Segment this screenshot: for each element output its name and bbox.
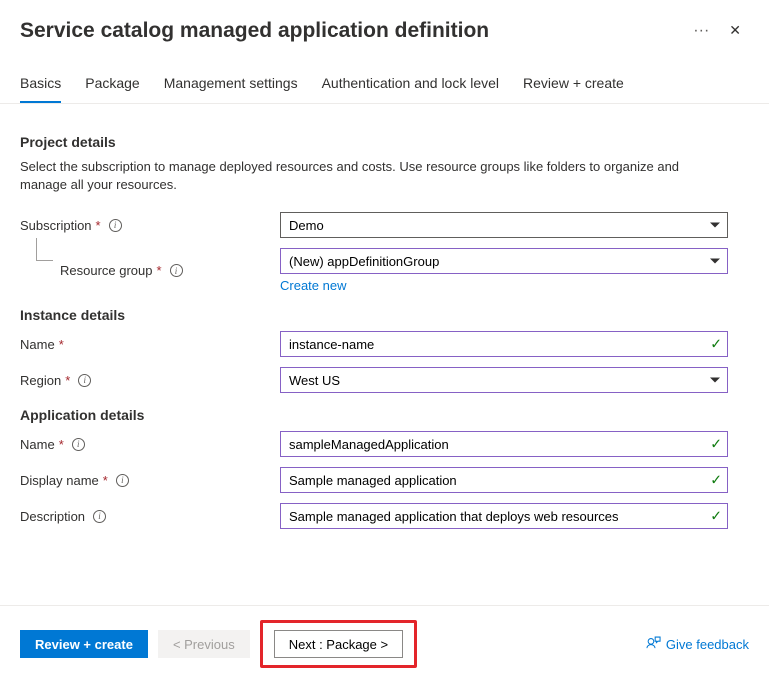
field-region: Region * i bbox=[20, 367, 749, 393]
required-marker: * bbox=[65, 373, 70, 388]
field-display-name: Display name * i ✓ bbox=[20, 467, 749, 493]
info-icon[interactable]: i bbox=[93, 510, 106, 523]
label-instance-name: Name * bbox=[20, 337, 280, 352]
select-subscription[interactable] bbox=[280, 212, 728, 238]
create-new-link[interactable]: Create new bbox=[280, 278, 346, 293]
label-app-name-text: Name bbox=[20, 437, 55, 452]
info-icon[interactable]: i bbox=[170, 264, 183, 277]
required-marker: * bbox=[59, 437, 64, 452]
input-display-name-wrapper: ✓ bbox=[280, 467, 728, 493]
label-display-name: Display name * i bbox=[20, 473, 280, 488]
field-instance-name: Name * ✓ bbox=[20, 331, 749, 357]
next-button-highlight: Next : Package > bbox=[260, 620, 417, 668]
input-display-name[interactable] bbox=[280, 467, 728, 493]
tab-basics[interactable]: Basics bbox=[20, 75, 61, 103]
field-resource-group: Resource group * i Create new bbox=[20, 248, 749, 293]
info-icon[interactable]: i bbox=[109, 219, 122, 232]
tab-package[interactable]: Package bbox=[85, 75, 139, 103]
input-description-wrapper: ✓ bbox=[280, 503, 728, 529]
select-region[interactable] bbox=[280, 367, 728, 393]
label-region: Region * i bbox=[20, 373, 280, 388]
info-icon[interactable]: i bbox=[78, 374, 91, 387]
info-icon[interactable]: i bbox=[116, 474, 129, 487]
input-description[interactable] bbox=[280, 503, 728, 529]
required-marker: * bbox=[157, 263, 162, 278]
required-marker: * bbox=[103, 473, 108, 488]
tab-authentication-lock[interactable]: Authentication and lock level bbox=[322, 75, 499, 103]
section-title-application: Application details bbox=[20, 407, 749, 423]
select-resource-group[interactable] bbox=[280, 248, 728, 274]
footer-bar: Review + create < Previous Next : Packag… bbox=[0, 605, 769, 682]
required-marker: * bbox=[96, 218, 101, 233]
section-title-instance: Instance details bbox=[20, 307, 749, 323]
tab-bar: Basics Package Management settings Authe… bbox=[0, 43, 769, 104]
form-content: Project details Select the subscription … bbox=[0, 104, 769, 619]
tab-review-create[interactable]: Review + create bbox=[523, 75, 624, 103]
give-feedback-link[interactable]: Give feedback bbox=[646, 635, 749, 653]
required-marker: * bbox=[59, 337, 64, 352]
select-subscription-wrapper bbox=[280, 212, 728, 238]
select-region-wrapper bbox=[280, 367, 728, 393]
label-subscription-text: Subscription bbox=[20, 218, 92, 233]
info-icon[interactable]: i bbox=[72, 438, 85, 451]
resource-group-control: Create new bbox=[280, 248, 728, 293]
field-app-name: Name * i ✓ bbox=[20, 431, 749, 457]
page-title: Service catalog managed application defi… bbox=[20, 19, 681, 43]
more-icon[interactable]: ··· bbox=[693, 22, 709, 40]
section-title-project: Project details bbox=[20, 134, 749, 150]
label-instance-name-text: Name bbox=[20, 337, 55, 352]
feedback-icon bbox=[646, 635, 661, 653]
label-region-text: Region bbox=[20, 373, 61, 388]
section-desc-project: Select the subscription to manage deploy… bbox=[20, 158, 700, 194]
field-subscription: Subscription * i bbox=[20, 212, 749, 238]
label-resource-group-text: Resource group bbox=[60, 263, 153, 278]
input-app-name-wrapper: ✓ bbox=[280, 431, 728, 457]
blade-header: Service catalog managed application defi… bbox=[0, 0, 769, 43]
label-description: Description i bbox=[20, 509, 280, 524]
previous-button: < Previous bbox=[158, 630, 250, 658]
input-instance-name[interactable] bbox=[280, 331, 728, 357]
give-feedback-text: Give feedback bbox=[666, 637, 749, 652]
input-instance-name-wrapper: ✓ bbox=[280, 331, 728, 357]
review-create-button[interactable]: Review + create bbox=[20, 630, 148, 658]
field-description: Description i ✓ bbox=[20, 503, 749, 529]
next-button[interactable]: Next : Package > bbox=[274, 630, 403, 658]
close-icon[interactable]: ✕ bbox=[721, 18, 749, 43]
input-app-name[interactable] bbox=[280, 431, 728, 457]
label-resource-group: Resource group * i bbox=[60, 263, 280, 278]
label-app-name: Name * i bbox=[20, 437, 280, 452]
label-subscription: Subscription * i bbox=[20, 218, 280, 233]
label-display-name-text: Display name bbox=[20, 473, 99, 488]
tab-management-settings[interactable]: Management settings bbox=[164, 75, 298, 103]
label-description-text: Description bbox=[20, 509, 85, 524]
